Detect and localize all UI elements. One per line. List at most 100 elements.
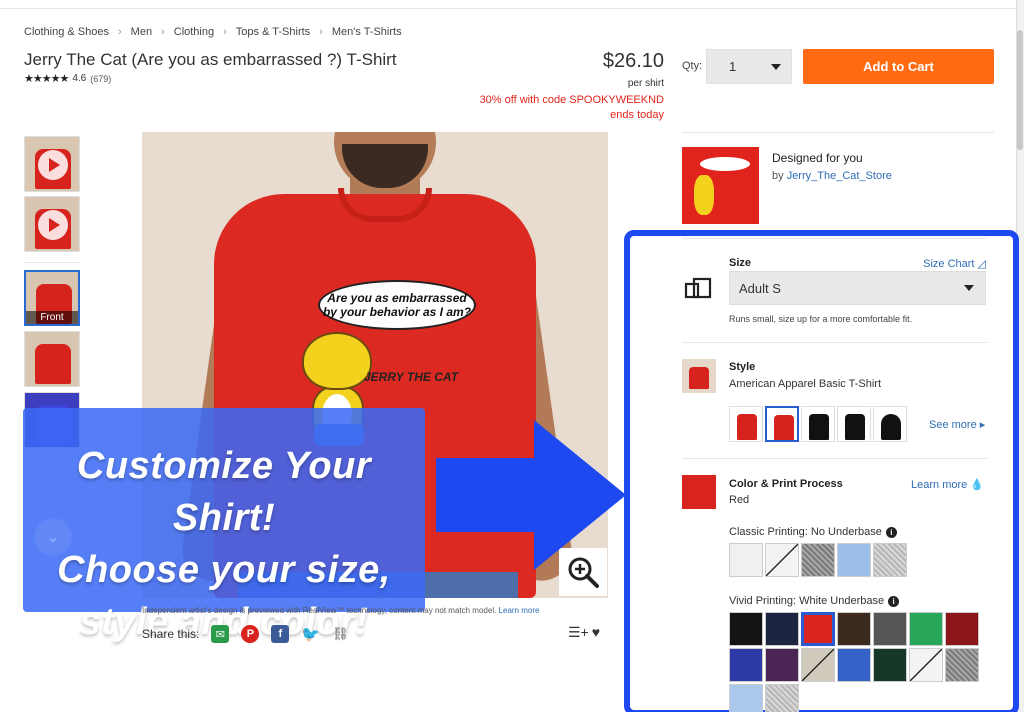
info-icon[interactable]: i bbox=[888, 595, 900, 607]
breadcrumb-item[interactable]: Clothing & Shoes bbox=[24, 26, 109, 38]
style-option[interactable] bbox=[873, 406, 907, 442]
share-bar: Share this: ✉ P f 🐦 ⛓ bbox=[142, 625, 349, 643]
facebook-icon[interactable]: f bbox=[271, 625, 290, 643]
store-link[interactable]: Jerry_The_Cat_Store bbox=[787, 170, 892, 182]
color-label: Color & Print Process bbox=[729, 478, 843, 490]
color-icon bbox=[682, 475, 716, 509]
color-swatch[interactable] bbox=[873, 543, 907, 577]
style-value: American Apparel Basic T-Shirt bbox=[729, 378, 882, 390]
color-swatch[interactable] bbox=[729, 648, 763, 682]
thumbnail-video[interactable] bbox=[24, 196, 80, 252]
star-rating-icon: ★★★★★ bbox=[24, 73, 69, 85]
cat-graphic bbox=[302, 332, 372, 390]
wishlist-actions: ☰+ ♥ bbox=[568, 624, 600, 641]
info-icon[interactable]: i bbox=[885, 526, 897, 538]
color-swatch[interactable] bbox=[765, 648, 799, 682]
color-swatch[interactable] bbox=[837, 612, 871, 646]
designer-thumbnail[interactable] bbox=[682, 147, 759, 224]
color-swatch[interactable] bbox=[837, 648, 871, 682]
twitter-icon[interactable]: 🐦 bbox=[301, 625, 320, 643]
style-option-selected[interactable] bbox=[765, 406, 799, 442]
color-swatch[interactable] bbox=[801, 648, 835, 682]
promo-overlay-text: Customize Your Shirt! Choose your size, … bbox=[57, 445, 391, 643]
thumbnail-front[interactable]: Front bbox=[24, 270, 80, 326]
size-value: Adult S bbox=[739, 280, 781, 296]
add-to-list-icon[interactable]: ☰+ bbox=[568, 624, 589, 641]
thumbnail-label: Front bbox=[26, 311, 78, 324]
color-swatch[interactable] bbox=[729, 684, 763, 712]
color-swatch[interactable] bbox=[765, 543, 799, 577]
classic-printing-label: Classic Printing: No Underbase i bbox=[729, 526, 897, 538]
promo-expiry-line: ends today bbox=[610, 109, 664, 121]
size-chart-link[interactable]: Size Chart ◿ bbox=[890, 257, 986, 270]
divider bbox=[682, 458, 988, 459]
add-to-cart-button[interactable]: Add to Cart bbox=[803, 49, 994, 84]
divider bbox=[24, 262, 80, 263]
color-swatch[interactable] bbox=[945, 648, 979, 682]
thumbnail-back[interactable] bbox=[24, 331, 80, 387]
thumbnail-video[interactable] bbox=[24, 136, 80, 192]
size-note: Runs small, size up for a more comfortab… bbox=[729, 314, 913, 324]
breadcrumb-item[interactable]: Tops & T-Shirts bbox=[236, 26, 310, 38]
color-swatch[interactable] bbox=[801, 543, 835, 577]
style-label: Style bbox=[729, 361, 756, 373]
price: $26.10 bbox=[602, 50, 664, 72]
qty-label: Qty: bbox=[682, 60, 703, 72]
print-process-learn-more-link[interactable]: Learn more 💧 bbox=[911, 478, 984, 491]
pinterest-icon[interactable]: P bbox=[241, 625, 260, 643]
breadcrumb: Clothing & Shoes › Men › Clothing › Tops & … bbox=[24, 26, 402, 38]
review-count: (679) bbox=[90, 73, 112, 84]
designer-byline: by Jerry_The_Cat_Store bbox=[772, 170, 892, 182]
breadcrumb-item[interactable]: Men bbox=[131, 26, 152, 38]
color-swatch[interactable] bbox=[909, 648, 943, 682]
see-more-link[interactable]: See more ▸ bbox=[929, 418, 985, 431]
chevron-right-icon: › bbox=[118, 26, 122, 38]
style-icon bbox=[682, 359, 716, 393]
color-swatch[interactable] bbox=[729, 543, 763, 577]
caret-down-icon bbox=[964, 285, 974, 291]
ruler-icon: ◿ bbox=[977, 258, 986, 270]
email-icon[interactable]: ✉ bbox=[211, 625, 230, 643]
breadcrumb-item[interactable]: Clothing bbox=[174, 26, 214, 38]
link-icon[interactable]: ⛓ bbox=[332, 625, 349, 643]
style-option[interactable] bbox=[837, 406, 871, 442]
rating[interactable]: ★★★★★ 4.6 (679) bbox=[24, 72, 111, 85]
color-swatch[interactable] bbox=[729, 612, 763, 646]
promo-code-line: 30% off with code SPOOKYWEEKND bbox=[479, 94, 664, 106]
size-select[interactable]: Adult S bbox=[729, 271, 986, 305]
color-swatch[interactable] bbox=[945, 612, 979, 646]
style-option[interactable] bbox=[729, 406, 763, 442]
play-icon bbox=[38, 210, 68, 240]
designed-for-you-heading: Designed for you bbox=[772, 151, 863, 165]
divider bbox=[682, 132, 994, 133]
learn-more-link[interactable]: Learn more bbox=[499, 606, 540, 615]
heart-icon[interactable]: ♥ bbox=[592, 624, 600, 641]
product-title: Jerry The Cat (Are you as embarrassed ?)… bbox=[24, 50, 397, 69]
design-logo: JERRY THE CAT bbox=[364, 370, 459, 384]
play-icon bbox=[38, 150, 68, 180]
chevron-right-icon: › bbox=[223, 26, 227, 38]
divider bbox=[682, 342, 988, 343]
color-swatch[interactable] bbox=[837, 543, 871, 577]
price-unit: per shirt bbox=[627, 78, 664, 89]
color-swatch[interactable] bbox=[873, 648, 907, 682]
rating-value: 4.6 bbox=[72, 73, 87, 84]
breadcrumb-item[interactable]: Men's T-Shirts bbox=[332, 26, 402, 38]
chevron-right-icon: › bbox=[161, 26, 165, 38]
color-swatch-selected[interactable] bbox=[801, 612, 835, 646]
droplet-icon: 💧 bbox=[970, 479, 985, 491]
color-swatch[interactable] bbox=[909, 612, 943, 646]
color-swatch[interactable] bbox=[765, 684, 799, 712]
size-icon bbox=[684, 277, 712, 299]
chevron-right-icon: › bbox=[319, 26, 323, 38]
caret-right-icon: ▸ bbox=[979, 419, 986, 431]
scrollbar-thumb[interactable] bbox=[1017, 30, 1023, 150]
qty-select[interactable]: 1 bbox=[706, 49, 792, 84]
chevron-down-icon: ⌄ bbox=[46, 529, 60, 546]
style-option[interactable] bbox=[801, 406, 835, 442]
color-swatch[interactable] bbox=[873, 612, 907, 646]
caret-down-icon bbox=[771, 64, 781, 70]
thumbnail-scroll-down-button[interactable]: ⌄ bbox=[34, 518, 72, 556]
color-swatch[interactable] bbox=[765, 612, 799, 646]
size-label: Size bbox=[729, 257, 752, 269]
